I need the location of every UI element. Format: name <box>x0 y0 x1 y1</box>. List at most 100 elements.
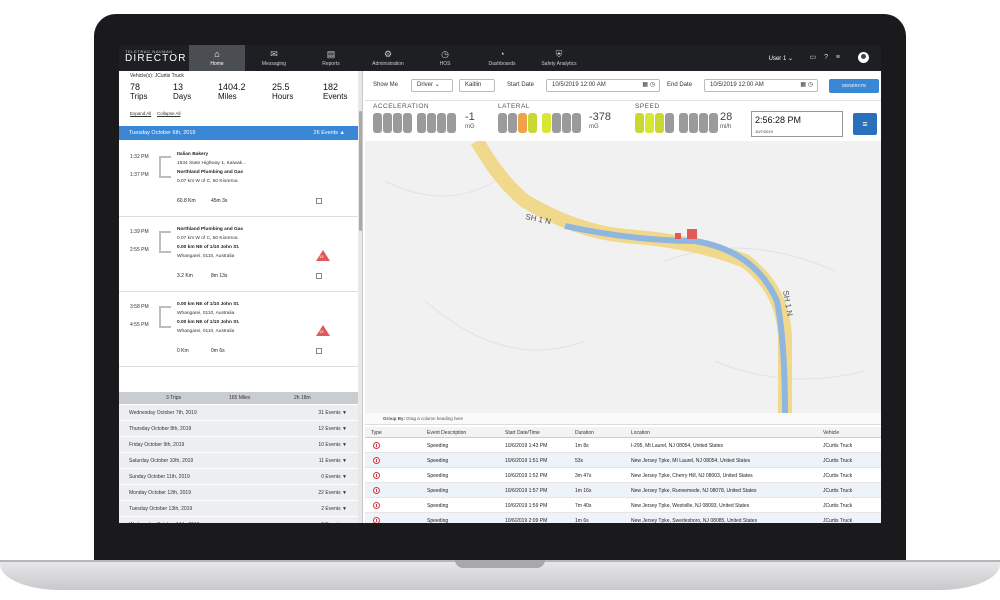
end-date-input[interactable]: 10/5/2019 12:00 AM ▦ ◷ <box>704 79 818 92</box>
grid-row[interactable]: Speeding 10/6/2019 1:52 PM 3m 47s New Jerse… <box>365 468 881 483</box>
gauge-bar <box>373 113 382 133</box>
day-label: Monday October 12th, 2019 <box>129 490 191 496</box>
show-me-label: Show Me <box>373 82 399 88</box>
trip-address-line: Northland Plumbing and Gas <box>177 227 244 232</box>
stat-unit: Miles <box>218 92 237 101</box>
stat-unit: Trips <box>130 92 148 101</box>
day-events: 10 Events ▼ <box>318 442 347 448</box>
grid-row[interactable]: Speeding 10/6/2019 2:09 PM 1m 6s New Jersey… <box>365 513 881 523</box>
lateral-value: -378 <box>589 111 612 123</box>
gauge-bar <box>383 113 392 133</box>
event-marker-icon[interactable] <box>687 229 697 239</box>
nav-label: HOS <box>439 61 451 67</box>
day-row[interactable]: Friday October 9th, 2019 10 Events ▼ <box>119 437 359 453</box>
route-map[interactable]: SH 1 N SH 1 N <box>365 141 881 416</box>
acceleration-label: ACCELERATION <box>373 103 430 110</box>
shield-icon: ⛨ <box>555 49 563 59</box>
left-scroll-thumb[interactable] <box>359 111 362 231</box>
nav-reports[interactable]: ▤ Reports <box>303 45 359 71</box>
collapse-all-link[interactable]: Collapse All <box>157 111 181 116</box>
grid-column-header[interactable]: Type <box>371 430 382 436</box>
start-date-input[interactable]: 10/5/2019 12:00 AM ▦ ◷ <box>546 79 660 92</box>
nav-messaging[interactable]: ✉ Messaging <box>246 45 302 71</box>
grid-column-header[interactable]: Event Description <box>427 430 466 436</box>
grid-column-header[interactable]: Start Date/Time <box>505 430 540 436</box>
grid-cell: JCurtis Truck <box>823 503 853 509</box>
menu-button[interactable]: ≡ <box>853 113 877 135</box>
home-icon: ⌂ <box>214 49 220 59</box>
grid-cell: 53s <box>575 458 584 464</box>
nav-hos[interactable]: ◷ HOS <box>417 45 473 71</box>
day-row[interactable]: Wednesday October 14th, 2019 3 Events ▼ <box>119 517 359 523</box>
generate-button[interactable]: GENERATE <box>829 79 879 93</box>
day-row[interactable]: Monday October 12th, 2019 22 Events ▼ <box>119 485 359 501</box>
trip-checkbox[interactable] <box>316 348 322 354</box>
group-by-bar[interactable]: Group By: Drag a column heading here <box>365 413 881 425</box>
summary-hours: 2h 18m <box>294 395 311 401</box>
day-row[interactable]: Sunday October 11th, 2019 0 Events ▼ <box>119 469 359 485</box>
trip-distance: 3.2 Km <box>177 273 193 279</box>
grid-cell: Speeding <box>427 488 449 494</box>
gauge-bar <box>518 113 527 133</box>
warning-icon[interactable]: 13 <box>316 325 330 336</box>
trip-duration: 0m 6s <box>211 348 225 354</box>
laptop-notch <box>455 560 545 568</box>
trip-item[interactable]: 3:58 PM 4:55 PM 0.00 km NE of 1/10 John St… <box>119 292 359 367</box>
brand-logo: TELETRAC NAVMAN DIRECTOR <box>125 49 187 64</box>
trip-item[interactable]: 1:32 PM 1:37 PM Italian Bakery 1534 State H… <box>119 142 359 217</box>
active-day-header[interactable]: Tuesday October 6th, 2019 26 Events ▲ <box>119 126 359 140</box>
header-icons[interactable]: ▭ ? ≡ <box>810 53 843 61</box>
gauge-bar <box>447 113 456 133</box>
gauge-bar <box>508 113 517 133</box>
grid-cell: New Jersey Tpke, Runnemede, NJ 08078, Un… <box>631 488 757 494</box>
expand-all-link[interactable]: Expand All <box>130 111 151 116</box>
gauge-bar <box>572 113 581 133</box>
avatar[interactable] <box>858 52 869 63</box>
trip-item[interactable]: 1:39 PM 2:55 PM Northland Plumbing and Gas… <box>119 217 359 292</box>
nav-administration[interactable]: ⚙ Administration <box>360 45 416 71</box>
grid-row[interactable]: Speeding 10/6/2019 1:51 PM 53s New Jersey T… <box>365 453 881 468</box>
calendar-icon[interactable]: ▦ ◷ <box>642 80 655 91</box>
gauge-bar <box>552 113 561 133</box>
trip-start-time: 3:58 PM <box>130 304 149 310</box>
calendar-icon[interactable]: ▦ ◷ <box>800 80 813 91</box>
trip-end-time: 1:37 PM <box>130 172 149 178</box>
mode-select[interactable]: Driver ⌄ <box>411 79 453 92</box>
grid-cell: New Jersey Tpke, Cherry Hill, NJ 08003, … <box>631 473 753 479</box>
reports-icon: ▤ <box>326 49 336 59</box>
day-row[interactable]: Wednesday October 7th, 2019 31 Events ▼ <box>119 405 359 421</box>
driver-select[interactable]: Kaitlin <box>459 79 495 92</box>
trip-checkbox[interactable] <box>316 273 322 279</box>
stat-events: 182 Events <box>323 83 347 102</box>
trip-address-line: 0.00 km NE of 1/10 John St. <box>177 320 240 325</box>
event-marker-icon[interactable] <box>675 233 681 239</box>
user-menu[interactable]: User 1 ⌄ <box>769 55 793 62</box>
day-row[interactable]: Saturday October 10th, 2019 11 Events ▼ <box>119 453 359 469</box>
grid-row[interactable]: Speeding 10/6/2019 1:59 PM 7m 40s New Jerse… <box>365 498 881 513</box>
stat-unit: Days <box>173 92 192 101</box>
day-row[interactable]: Thursday October 8th, 2019 12 Events ▼ <box>119 421 359 437</box>
map-panel: Show Me Driver ⌄ Kaitlin Start Date 10/5… <box>365 71 881 523</box>
grid-cell: 10/6/2019 1:57 PM <box>505 488 548 494</box>
user-name: User 1 <box>768 56 787 62</box>
grid-column-header[interactable]: Location <box>631 430 650 436</box>
stat-hours: 25.5 Hours <box>272 83 293 102</box>
day-events: 2 Events ▼ <box>321 506 347 512</box>
nav-safety-analytics[interactable]: ⛨ Safety Analytics <box>531 45 587 71</box>
nav-label: Administration <box>372 61 404 67</box>
nav-home[interactable]: ⌂ Home <box>189 45 245 71</box>
trip-checkbox[interactable] <box>316 198 322 204</box>
grid-row[interactable]: Speeding 10/6/2019 1:43 PM 1m 8s I-295, Mt … <box>365 438 881 453</box>
stat-miles: 1404.2 Miles <box>218 83 246 102</box>
grid-column-header[interactable]: Vehicle <box>823 430 839 436</box>
map-canvas[interactable]: SH 1 N SH 1 N <box>365 141 881 416</box>
grid-cell: Speeding <box>427 443 449 449</box>
day-label: Saturday October 10th, 2019 <box>129 458 194 464</box>
trip-address-line: 0.00 km NE of 1/10 John St. <box>177 245 240 250</box>
day-row[interactable]: Tuesday October 13th, 2019 2 Events ▼ <box>119 501 359 517</box>
grid-row[interactable]: Speeding 10/6/2019 1:57 PM 1m 16s New Jerse… <box>365 483 881 498</box>
nav-dashboards[interactable]: ◔ Dashboards <box>474 45 530 71</box>
trip-end-time: 4:55 PM <box>130 322 149 328</box>
warning-icon[interactable]: 13 <box>316 250 330 261</box>
grid-column-header[interactable]: Duration <box>575 430 594 436</box>
